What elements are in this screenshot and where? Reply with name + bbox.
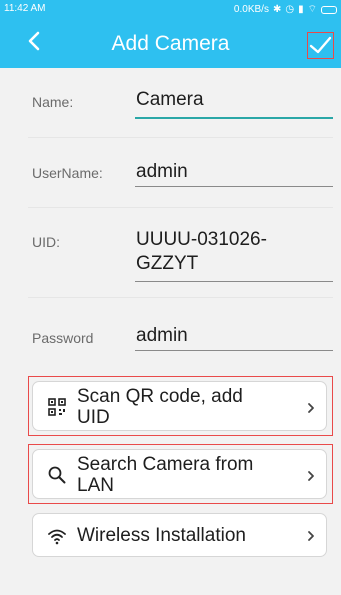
wireless-installation-button[interactable]: Wireless Installation xyxy=(32,513,327,557)
password-input[interactable]: admin xyxy=(136,324,188,348)
scan-qr-label: Scan QR code, add UID xyxy=(77,386,243,428)
status-time: 11:42 AM xyxy=(4,3,46,14)
name-underline xyxy=(135,117,333,119)
username-label: UserName: xyxy=(32,165,103,181)
qr-code-icon xyxy=(48,398,66,416)
scan-qr-line-2: UID xyxy=(77,407,110,428)
checkmark-icon xyxy=(309,36,332,54)
uid-line-2: GZZYT xyxy=(136,253,199,274)
username-input[interactable]: admin xyxy=(136,160,188,184)
wireless-installation-label: Wireless Installation xyxy=(77,525,246,546)
page-title: Add Camera xyxy=(111,32,230,55)
alarm-icon: ◷ xyxy=(285,4,295,15)
app-bar: Add Camera xyxy=(0,18,341,68)
wifi-icon xyxy=(48,529,66,545)
search-lan-line-1: Search Camera from xyxy=(77,454,254,475)
password-label: Password xyxy=(32,330,94,346)
uid-input[interactable]: UUUU-031026- GZZYT xyxy=(136,228,267,276)
field-row-name: Name: Camera xyxy=(0,68,341,138)
search-lan-label: Search Camera from LAN xyxy=(77,454,253,496)
field-row-uid: UID: UUUU-031026- GZZYT xyxy=(0,208,341,298)
search-lan-line-2: LAN xyxy=(77,475,114,496)
scan-qr-line-1: Scan QR code, add xyxy=(77,386,243,407)
status-bar: 11:42 AM 0.0KB/s ✱ ◷ ▮ ⌔ xyxy=(0,0,341,18)
scan-qr-button[interactable]: Scan QR code, add UID xyxy=(32,381,327,431)
chevron-right-icon xyxy=(308,531,314,541)
name-label: Name: xyxy=(32,94,74,110)
field-row-username: UserName: admin xyxy=(0,138,341,208)
uid-underline xyxy=(135,281,333,282)
top-header: 11:42 AM 0.0KB/s ✱ ◷ ▮ ⌔ Add Camera xyxy=(0,0,341,68)
chevron-right-icon xyxy=(308,471,314,481)
bluetooth-icon: ✱ xyxy=(272,4,282,15)
username-underline xyxy=(135,186,333,187)
confirm-button[interactable] xyxy=(307,32,334,59)
wifi-status-icon: ⌔ xyxy=(307,4,317,15)
network-speed: 0.0KB/s xyxy=(233,4,269,15)
status-icons: 0.0KB/s ✱ ◷ ▮ ⌔ xyxy=(234,3,337,16)
signal-icon: ▮ xyxy=(298,4,304,15)
uid-line-1: UUUU-031026- xyxy=(136,229,267,250)
password-underline xyxy=(135,350,333,351)
search-lan-button[interactable]: Search Camera from LAN xyxy=(32,449,327,499)
name-input[interactable]: Camera xyxy=(136,88,204,112)
battery-icon xyxy=(321,5,337,14)
field-row-password: Password admin xyxy=(0,298,341,368)
uid-label: UID: xyxy=(32,234,60,250)
chevron-right-icon xyxy=(308,403,314,413)
search-icon xyxy=(48,466,66,484)
